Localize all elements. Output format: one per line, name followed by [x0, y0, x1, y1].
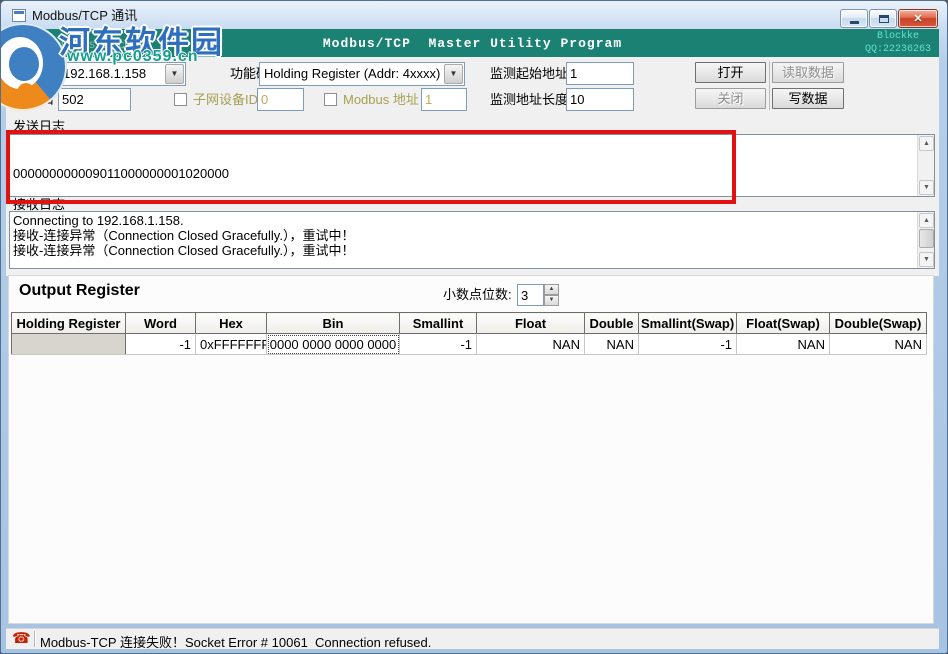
banner-title: Modbus/TCP Master Utility Program — [6, 36, 939, 51]
banner: http://blockke.ys168.com/ Modbus/TCP Mas… — [6, 29, 939, 57]
col-double-swap: Double(Swap) — [830, 313, 927, 334]
length-label: 监测地址长度 — [490, 93, 568, 107]
decimal-places-spinner[interactable]: ▲ ▼ — [544, 284, 559, 306]
close-icon: ✕ — [899, 12, 937, 25]
cell-float-swap[interactable]: NAN — [737, 334, 830, 355]
table-header-row: Holding Register Word Hex Bin Smallint F… — [12, 313, 927, 334]
spin-down-icon[interactable]: ▼ — [544, 295, 559, 306]
col-float-swap: Float(Swap) — [737, 313, 830, 334]
output-title: Output Register — [19, 282, 140, 300]
col-double: Double — [585, 313, 639, 334]
col-holding-register: Holding Register — [12, 313, 126, 334]
maximize-button[interactable] — [869, 9, 897, 28]
scroll-up-icon[interactable]: ▲ — [919, 213, 934, 228]
app-window: Modbus/TCP 通讯 ✕ http://blockke.ys168.com… — [0, 0, 948, 654]
funccode-combobox-value: Holding Register (Addr: 4xxxx) — [264, 66, 442, 81]
title-bar: Modbus/TCP 通讯 ✕ — [1, 1, 948, 29]
decimal-places-input[interactable] — [517, 284, 544, 306]
receive-log-line: 接收-连接异常（Connection Closed Gracefully.），重… — [13, 243, 914, 258]
scrollbar-thumb[interactable] — [919, 229, 934, 248]
col-smallint-swap: Smallint(Swap) — [639, 313, 737, 334]
receive-log-line: Connecting to 192.168.1.158. — [13, 213, 914, 228]
col-word: Word — [126, 313, 196, 334]
connection-error-icon: ☎ — [12, 630, 31, 648]
scroll-up-icon[interactable]: ▲ — [919, 136, 934, 151]
button-divider — [769, 61, 770, 110]
minimize-icon — [850, 21, 859, 24]
decimal-places-label: 小数点位数: — [443, 288, 512, 302]
funccode-dropdown-icon[interactable]: ▼ — [444, 64, 463, 84]
ip-label: IP地址 — [15, 67, 53, 81]
cell-double-swap[interactable]: NAN — [830, 334, 927, 355]
status-bar: ☎ Modbus-TCP 连接失败！Socket Error # 10061 C… — [6, 628, 939, 649]
funccode-combobox[interactable]: Holding Register (Addr: 4xxxx) ▼ — [259, 62, 465, 86]
maximize-icon — [879, 15, 889, 23]
cell-double[interactable]: NAN — [585, 334, 639, 355]
ip-combobox-value: 192.168.1.158 — [63, 66, 146, 81]
banner-author: Blockke QQ:22236263 — [865, 30, 931, 56]
modbus-address-label: Modbus 地址 — [343, 93, 419, 107]
port-label: 端 口 — [15, 93, 54, 107]
register-table: Holding Register Word Hex Bin Smallint F… — [11, 312, 927, 355]
open-button[interactable]: 打开 — [695, 62, 766, 83]
app-icon — [12, 9, 26, 22]
status-text: Modbus-TCP 连接失败！Socket Error # 10061 Con… — [40, 632, 431, 651]
cell-bin[interactable]: 0000 0000 0000 0000 — [267, 334, 400, 355]
spin-up-icon[interactable]: ▲ — [544, 284, 559, 295]
banner-author-qq: QQ:22236263 — [865, 43, 931, 56]
send-log-textarea[interactable]: 000000000009011000000001020000 000000000… — [9, 134, 935, 197]
ip-dropdown-icon[interactable]: ▼ — [165, 64, 184, 84]
cell-word[interactable]: -1 — [126, 334, 196, 355]
send-log-label: 发送日志 — [13, 120, 65, 134]
window-title: Modbus/TCP 通讯 — [32, 9, 137, 23]
receive-log-scrollbar[interactable]: ▲ ▼ — [917, 212, 934, 268]
cell-holding-register[interactable] — [12, 334, 126, 355]
subnet-id-input[interactable] — [257, 88, 304, 111]
modbus-address-input[interactable] — [421, 88, 467, 111]
close-connection-button[interactable]: 关闭 — [695, 88, 766, 109]
receive-log-line: 接收-连接异常（Connection Closed Gracefully.），重… — [13, 228, 914, 243]
read-data-button[interactable]: 读取数据 — [772, 62, 844, 83]
col-bin: Bin — [267, 313, 400, 334]
status-divider — [34, 631, 35, 647]
subnet-checkbox[interactable] — [174, 93, 187, 106]
col-float: Float — [477, 313, 585, 334]
subnet-label: 子网设备ID — [193, 93, 258, 107]
start-address-input[interactable] — [566, 62, 634, 85]
banner-author-name: Blockke — [865, 30, 931, 43]
cell-hex[interactable]: 0xFFFFFFFF — [196, 334, 267, 355]
send-log-line: 000000000009011000000001020000 — [13, 166, 914, 181]
receive-log-label: 接收日志 — [13, 198, 65, 212]
scroll-down-icon[interactable]: ▼ — [919, 180, 934, 195]
close-button[interactable]: ✕ — [898, 9, 938, 28]
ip-combobox[interactable]: 192.168.1.158 ▼ — [58, 62, 186, 86]
send-log-scrollbar[interactable]: ▲ ▼ — [917, 135, 934, 196]
write-data-button[interactable]: 写数据 — [772, 88, 844, 109]
cell-smallint-swap[interactable]: -1 — [639, 334, 737, 355]
cell-smallint[interactable]: -1 — [400, 334, 477, 355]
port-input[interactable] — [58, 88, 131, 111]
length-input[interactable] — [566, 88, 634, 111]
scroll-down-icon[interactable]: ▼ — [919, 252, 934, 267]
receive-log-textarea[interactable]: Connecting to 192.168.1.158. 接收-连接异常（Con… — [9, 211, 935, 269]
modbus-address-checkbox[interactable] — [324, 93, 337, 106]
table-row: -1 0xFFFFFFFF 0000 0000 0000 0000 -1 NAN… — [12, 334, 927, 355]
col-hex: Hex — [196, 313, 267, 334]
start-address-label: 监测起始地址 — [490, 67, 568, 81]
minimize-button[interactable] — [840, 9, 868, 28]
cell-float[interactable]: NAN — [477, 334, 585, 355]
col-smallint: Smallint — [400, 313, 477, 334]
